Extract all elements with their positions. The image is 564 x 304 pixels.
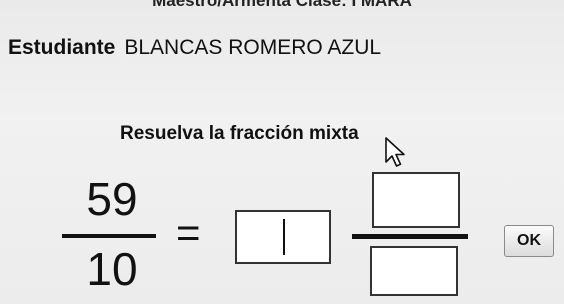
mixed-denominator-input[interactable]: [370, 246, 458, 296]
student-name: BLANCAS ROMERO AZUL: [124, 36, 382, 59]
instruction-text: Resuelva la fracción mixta: [120, 123, 359, 144]
text-caret: [283, 219, 285, 255]
mouse-pointer-icon: [385, 137, 405, 167]
mixed-numerator-input[interactable]: [372, 172, 460, 228]
improper-fraction-numerator: 59: [86, 173, 138, 225]
improper-fraction-bar: [62, 234, 156, 238]
student-label: Estudiante: [8, 36, 116, 59]
equals-sign: =: [176, 209, 201, 256]
student-row: Estudiante BLANCAS ROMERO AZUL: [8, 36, 381, 60]
teacher-class-header: Maestro/Armenta Clase: I MARA: [152, 0, 412, 10]
improper-fraction-denominator: 10: [86, 243, 138, 295]
mixed-fraction-bar: [352, 234, 468, 239]
ok-button[interactable]: OK: [504, 225, 554, 257]
